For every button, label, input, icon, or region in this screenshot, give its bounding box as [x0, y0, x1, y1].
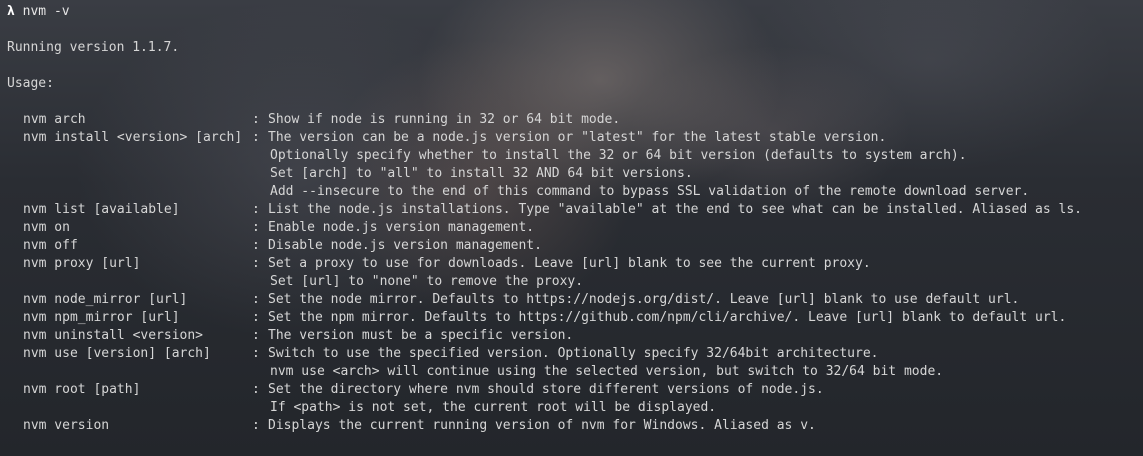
usage-header: Usage:: [7, 76, 54, 91]
command-description: Set the directory where nvm should store…: [268, 382, 824, 397]
command-description: Set the npm mirror. Defaults to https://…: [268, 310, 1067, 325]
command-row: nvm arch: Show if node is running in 32 o…: [7, 111, 1143, 129]
command-row: nvm root [path]: Set the directory where …: [7, 381, 1143, 399]
command-separator: :: [252, 112, 260, 127]
command-description: Displays the current running version of …: [268, 418, 816, 433]
command-description: Set the node mirror. Defaults to https:/…: [268, 292, 1020, 307]
command-separator: :: [252, 418, 260, 433]
version-line: Running version 1.1.7.: [7, 40, 180, 55]
command-separator: :: [252, 220, 260, 235]
command-name: nvm proxy [url]: [23, 256, 141, 271]
command-description: Set [url] to "none" to remove the proxy.: [270, 274, 584, 289]
command-separator: :: [252, 256, 260, 271]
command-row: nvm version: Displays the current running…: [7, 417, 1143, 435]
command-name: nvm root [path]: [23, 382, 141, 397]
command-row: nvm proxy [url]: Set a proxy to use for d…: [7, 255, 1143, 273]
command-description: Set a proxy to use for downloads. Leave …: [268, 256, 871, 271]
command-row: nvm npm_mirror [url]: Set the npm mirror.…: [7, 309, 1143, 327]
command-description: The version must be a specific version.: [268, 328, 574, 343]
command-description: Set [arch] to "all" to install 32 AND 64…: [270, 166, 693, 181]
command-separator: :: [252, 346, 260, 361]
command-description: The version can be a node.js version or …: [268, 130, 887, 145]
prompt-line: λ nvm -v: [7, 3, 1143, 21]
command-name: nvm npm_mirror [url]: [23, 310, 180, 325]
command-description: Optionally specify whether to install th…: [270, 148, 967, 163]
prompt-symbol: λ: [7, 4, 15, 19]
command-description-continued: Set [url] to "none" to remove the proxy.: [7, 273, 1143, 291]
command-description-continued: If <path> is not set, the current root w…: [7, 399, 1143, 417]
command-description-continued: nvm use <arch> will continue using the s…: [7, 363, 1143, 381]
command-description: If <path> is not set, the current root w…: [270, 400, 717, 415]
command-name: nvm arch: [23, 112, 86, 127]
command-row: nvm install <version> [arch]: The version…: [7, 129, 1143, 147]
command-separator: :: [252, 202, 260, 217]
command-row: nvm node_mirror [url]: Set the node mirro…: [7, 291, 1143, 309]
command-separator: :: [252, 292, 260, 307]
command-name: nvm node_mirror [url]: [23, 292, 188, 307]
command-description: Switch to use the specified version. Opt…: [268, 346, 879, 361]
command-row: nvm list [available]: List the node.js in…: [7, 201, 1143, 219]
prompt-command: nvm -v: [22, 4, 70, 19]
command-separator: :: [252, 310, 260, 325]
command-description-continued: Optionally specify whether to install th…: [7, 147, 1143, 165]
command-separator: :: [252, 130, 260, 145]
command-description: nvm use <arch> will continue using the s…: [270, 364, 944, 379]
command-separator: :: [252, 328, 260, 343]
command-name: nvm list [available]: [23, 202, 180, 217]
command-description-continued: Set [arch] to "all" to install 32 AND 64…: [7, 165, 1143, 183]
command-row: nvm use [version] [arch]: Switch to use t…: [7, 345, 1143, 363]
command-list: nvm arch: Show if node is running in 32 o…: [7, 111, 1143, 435]
command-name: nvm use [version] [arch]: [23, 346, 211, 361]
command-name: nvm version: [23, 418, 110, 433]
command-name: nvm on: [23, 220, 70, 235]
command-name: nvm off: [23, 238, 78, 253]
terminal-output[interactable]: λ nvm -v Running version 1.1.7. Usage: n…: [0, 0, 1143, 456]
command-description-continued: Add --insecure to the end of this comman…: [7, 183, 1143, 201]
command-separator: :: [252, 382, 260, 397]
command-description: List the node.js installations. Type "av…: [268, 202, 1082, 217]
command-separator: :: [252, 238, 260, 253]
command-name: nvm uninstall <version>: [23, 328, 204, 343]
command-row: nvm uninstall <version>: The version must…: [7, 327, 1143, 345]
command-name: nvm install <version> [arch]: [23, 130, 243, 145]
command-description: Add --insecure to the end of this comman…: [270, 184, 1030, 199]
command-row: nvm on: Enable node.js version management…: [7, 219, 1143, 237]
command-row: nvm off: Disable node.js version manageme…: [7, 237, 1143, 255]
command-description: Enable node.js version management.: [268, 220, 535, 235]
command-description: Disable node.js version management.: [268, 238, 542, 253]
command-description: Show if node is running in 32 or 64 bit …: [268, 112, 621, 127]
